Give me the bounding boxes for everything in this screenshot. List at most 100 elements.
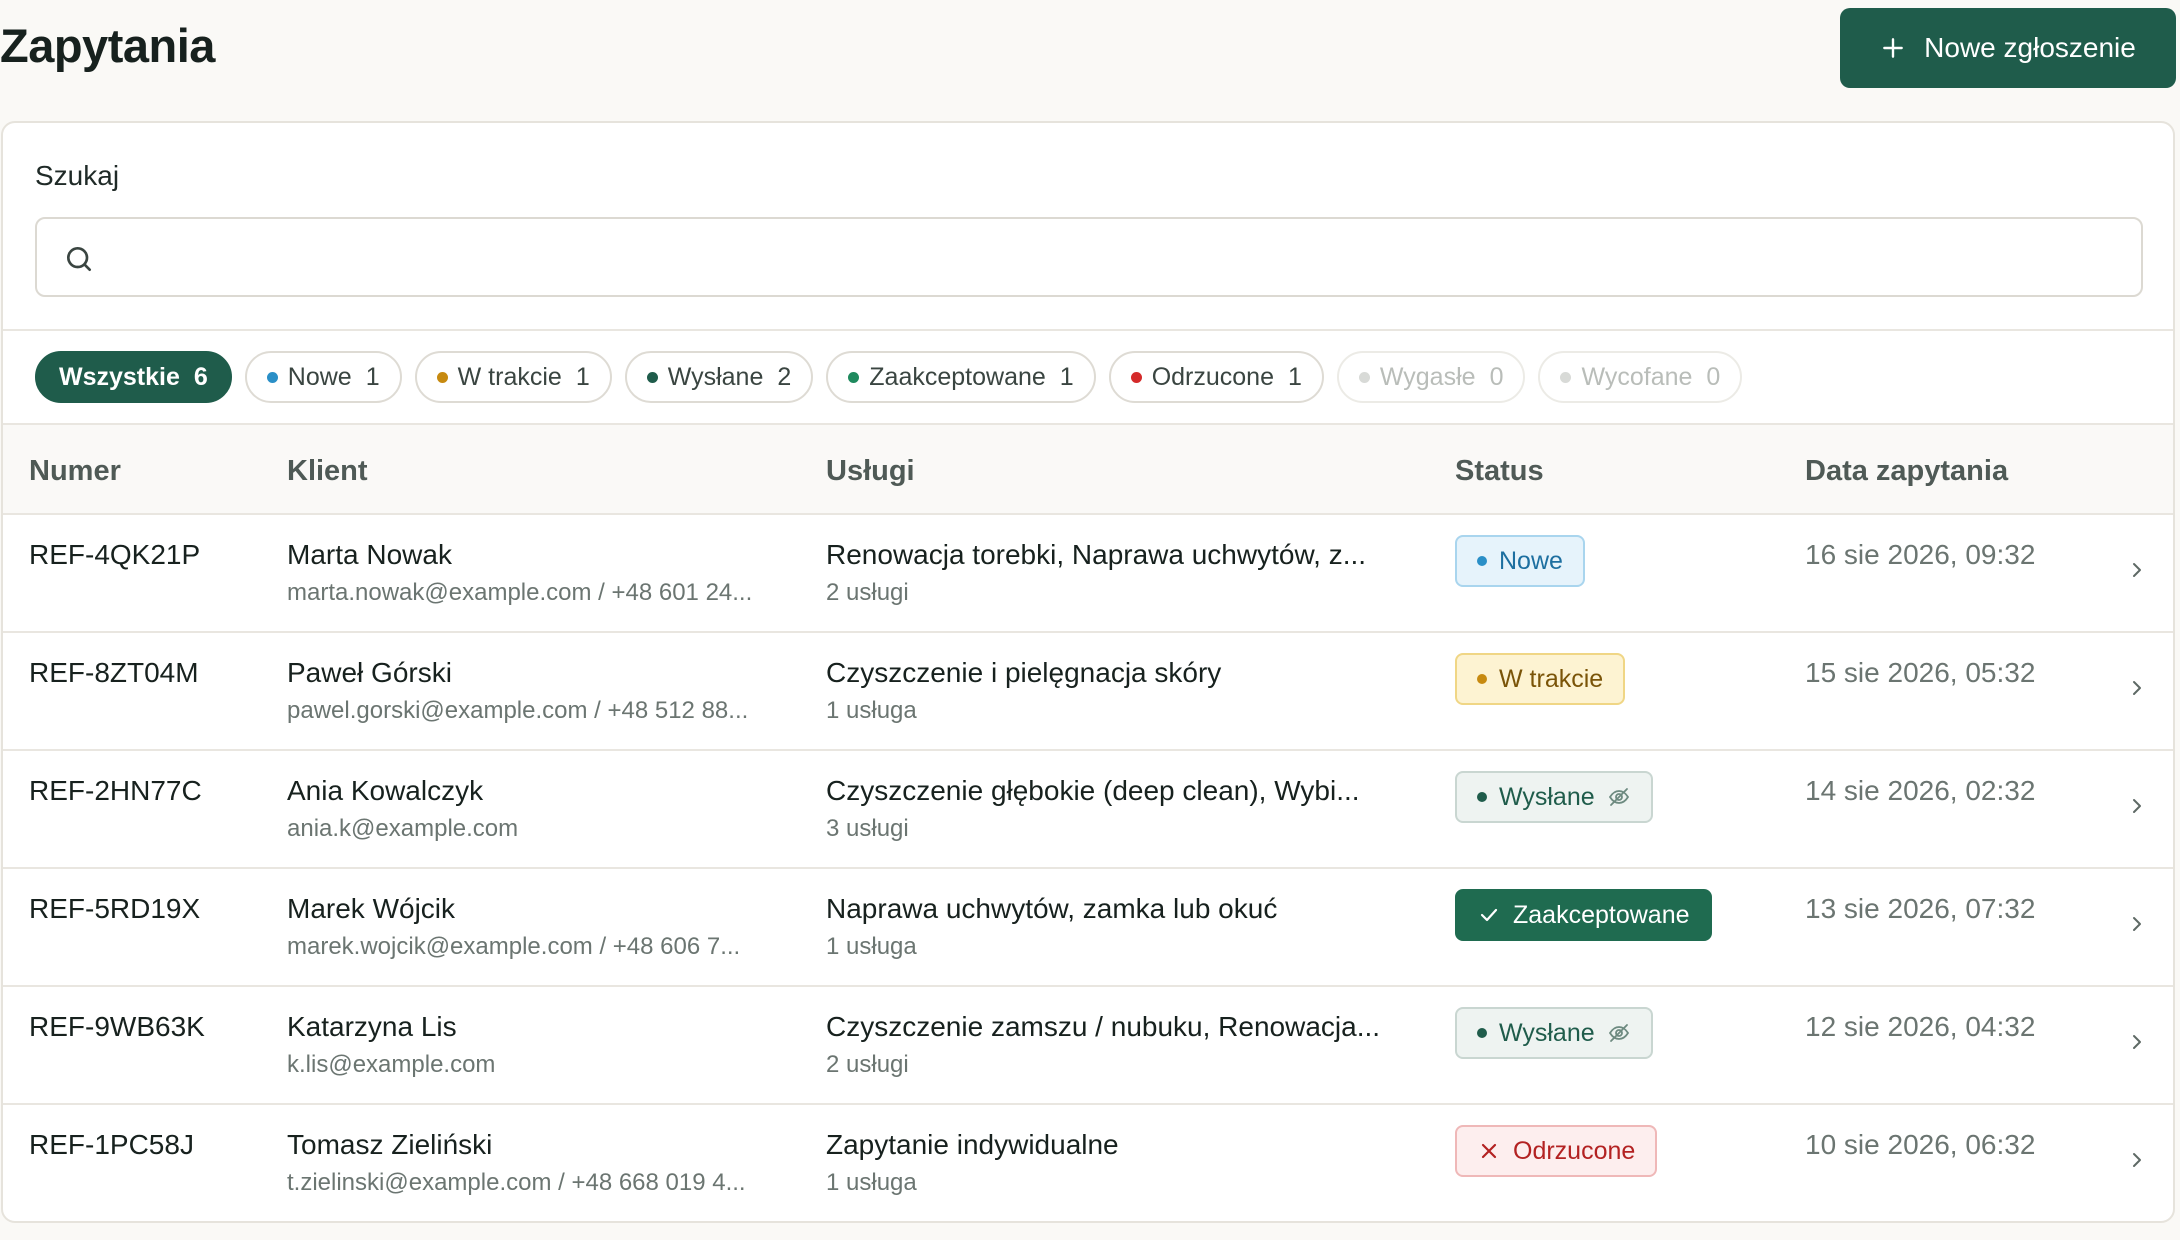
status-label: Wysłane: [1499, 1018, 1595, 1047]
status-dot-icon: [1130, 371, 1142, 383]
filter-count: 1: [575, 362, 590, 391]
table-row[interactable]: REF-4QK21P Marta Nowak marta.nowak@example…: [3, 515, 2173, 633]
new-request-button[interactable]: Nowe zgłoszenie: [1840, 8, 2176, 88]
table-row[interactable]: REF-2HN77C Ania Kowalczyk ania.k@example.c…: [3, 751, 2173, 869]
filter-chip-3[interactable]: Wysłane 2: [624, 351, 814, 403]
status-dot-icon: [848, 371, 860, 383]
table-header: Numer Klient Usługi Status Data zapytania: [3, 425, 2173, 515]
client-contact: marek.wojcik@example.com / +48 606 7...: [287, 933, 741, 960]
request-number: REF-8ZT04M: [29, 657, 199, 688]
status-badge: Odrzucone: [1455, 1125, 1658, 1177]
filter-label: Nowe: [287, 362, 352, 391]
services-list: Czyszczenie i pielęgnacja skóry: [826, 657, 1222, 688]
status-badge: Wysłane: [1455, 771, 1653, 823]
filter-chip-6[interactable]: Wygasłe 0: [1336, 351, 1526, 403]
status-dot-icon: [1477, 556, 1487, 566]
status-label: Nowe: [1499, 546, 1563, 575]
client-contact: k.lis@example.com: [287, 1051, 496, 1078]
services-list: Renowacja torebki, Naprawa uchwytów, z..…: [826, 539, 1367, 570]
request-date: 16 sie 2026, 09:32: [1805, 539, 2036, 570]
search-section: Szukaj: [3, 123, 2173, 331]
status-badge: Zaakceptowane: [1455, 889, 1712, 941]
client-name: Marek Wójcik: [287, 893, 456, 924]
client-contact: pawel.gorski@example.com / +48 512 88...: [287, 697, 749, 724]
eye-off-icon: [1608, 788, 1629, 806]
status-dot-icon: [1477, 792, 1487, 802]
status-dot-icon: [436, 371, 448, 383]
new-request-label: Nowe zgłoszenie: [1924, 32, 2136, 63]
filter-chip-5[interactable]: Odrzucone 1: [1108, 351, 1324, 403]
filter-label: Wszystkie: [59, 362, 180, 391]
search-input[interactable]: [117, 229, 2117, 285]
status-label: Odrzucone: [1513, 1136, 1636, 1165]
status-label: Wysłane: [1499, 782, 1595, 811]
filter-chip-4[interactable]: Zaakceptowane 1: [826, 351, 1096, 403]
client-name: Ania Kowalczyk: [287, 775, 484, 806]
client-name: Marta Nowak: [287, 539, 452, 570]
page-title: Zapytania: [0, 19, 215, 72]
table-row[interactable]: REF-5RD19X Marek Wójcik marek.wojcik@examp…: [3, 869, 2173, 987]
chevron-right-icon[interactable]: [2125, 791, 2149, 821]
chevron-right-icon[interactable]: [2125, 673, 2149, 703]
services-count: 1 usługa: [826, 1169, 917, 1196]
services-list: Czyszczenie zamszu / nubuku, Renowacja..…: [826, 1011, 1381, 1042]
status-dot-icon: [646, 371, 658, 383]
services-count: 2 usługi: [826, 579, 909, 606]
page: Zapytania Nowe zgłoszenie Szukaj Wszystk…: [0, 0, 2180, 1240]
filter-count: 1: [1059, 362, 1074, 391]
client-name: Katarzyna Lis: [287, 1011, 457, 1042]
column-header: Klient: [287, 455, 368, 487]
filter-label: W trakcie: [457, 362, 562, 391]
status-dot-icon: [1477, 674, 1487, 684]
status-badge: Wysłane: [1455, 1007, 1653, 1059]
chevron-right-icon[interactable]: [2125, 555, 2149, 585]
table-row[interactable]: REF-8ZT04M Paweł Górski pawel.gorski@examp…: [3, 633, 2173, 751]
status-badge: Nowe: [1455, 535, 1585, 587]
services-count: 1 usługa: [826, 933, 917, 960]
request-date: 13 sie 2026, 07:32: [1805, 893, 2036, 924]
client-contact: ania.k@example.com: [287, 815, 519, 842]
filter-label: Wygasłe: [1379, 362, 1476, 391]
filter-count: 1: [365, 362, 380, 391]
filter-count: 2: [777, 362, 792, 391]
status-dot-icon: [1477, 1028, 1487, 1038]
check-icon: [1480, 908, 1498, 922]
services-count: 2 usługi: [826, 1051, 909, 1078]
plus-icon: [1883, 38, 1904, 58]
status-dot-icon: [266, 371, 278, 383]
request-number: REF-4QK21P: [29, 539, 201, 570]
filter-chip-7[interactable]: Wycofane 0: [1538, 351, 1743, 403]
request-number: REF-9WB63K: [29, 1011, 205, 1042]
filter-chip-2[interactable]: W trakcie 1: [414, 351, 612, 403]
chevron-right-icon[interactable]: [2125, 1027, 2149, 1057]
chevron-right-icon[interactable]: [2125, 1145, 2149, 1175]
column-header: Usługi: [826, 455, 915, 487]
filter-label: Odrzucone: [1151, 362, 1274, 391]
services-list: Naprawa uchwytów, zamka lub okuć: [826, 893, 1278, 924]
search-icon: [67, 247, 91, 271]
filter-label: Wysłane: [667, 362, 764, 391]
column-header: Status: [1455, 455, 1544, 487]
request-number: REF-1PC58J: [29, 1129, 194, 1160]
column-header: Data zapytania: [1805, 455, 2009, 487]
services-count: 1 usługa: [826, 697, 917, 724]
table-row[interactable]: REF-1PC58J Tomasz Zieliński t.zielinski@ex…: [3, 1105, 2173, 1221]
status-label: Zaakceptowane: [1513, 900, 1690, 929]
request-date: 12 sie 2026, 04:32: [1805, 1011, 2036, 1042]
search-box[interactable]: [35, 217, 2143, 297]
filter-chip-0[interactable]: Wszystkie 6: [35, 351, 232, 403]
services-count: 3 usługi: [826, 815, 909, 842]
services-list: Zapytanie indywidualne: [826, 1129, 1119, 1160]
x-icon: [1481, 1143, 1497, 1159]
filter-label: Zaakceptowane: [869, 362, 1046, 391]
status-label: W trakcie: [1499, 664, 1604, 693]
chevron-right-icon[interactable]: [2125, 909, 2149, 939]
filter-chip-1[interactable]: Nowe 1: [244, 351, 402, 403]
request-date: 10 sie 2026, 06:32: [1805, 1129, 2036, 1160]
status-filters: Wszystkie 6 Nowe 1 W trakcie 1 Wysłane 2 Zaakcep…: [3, 331, 2173, 425]
request-number: REF-2HN77C: [29, 775, 202, 806]
requests-card: Szukaj Wszystkie 6 Nowe 1 W trakcie 1 Wysłane 2…: [1, 121, 2175, 1223]
table-row[interactable]: REF-9WB63K Katarzyna Lis k.lis@example.com…: [3, 987, 2173, 1105]
column-header: Numer: [29, 455, 121, 487]
eye-off-icon: [1608, 1024, 1629, 1042]
